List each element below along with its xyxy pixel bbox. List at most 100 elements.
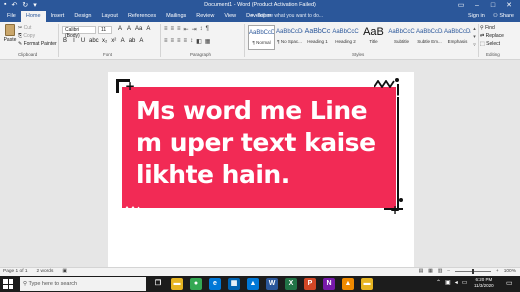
cut-button[interactable]: ✂ Cut	[18, 25, 57, 31]
close-icon[interactable]: ✕	[501, 0, 517, 11]
tab-layout[interactable]: Layout	[96, 11, 123, 22]
paragraph-tool-button[interactable]: ≡	[164, 26, 168, 33]
style-name: Subtle Em...	[417, 39, 442, 44]
font-tool-button[interactable]: A	[117, 26, 123, 32]
style-1[interactable]: AaBbCcDc ¶ No Spac...	[276, 25, 303, 50]
tab-insert[interactable]: Insert	[46, 11, 70, 22]
font-format-button[interactable]: x²	[111, 38, 117, 44]
edge-icon[interactable]: e	[209, 278, 221, 290]
paragraph-tool-button[interactable]: ≡	[171, 26, 175, 33]
font-tool-button[interactable]: Aa	[135, 26, 142, 32]
style-preview: AaBbCcDa	[444, 29, 471, 35]
font-format-button[interactable]: B	[62, 38, 68, 44]
tab-design[interactable]: Design	[69, 11, 96, 22]
font-tool-button[interactable]: A	[126, 26, 132, 32]
paragraph-align-button[interactable]: ≡	[171, 38, 175, 45]
tab-references[interactable]: References	[123, 11, 161, 22]
style-2[interactable]: AaBbCc Heading 1	[304, 25, 331, 50]
zoom-out-icon[interactable]: –	[447, 269, 450, 274]
windows-start-icon[interactable]	[3, 279, 13, 289]
paste-button[interactable]: Paste	[3, 24, 17, 43]
font-size-box[interactable]: 11	[98, 26, 112, 34]
paragraph-align-button[interactable]: ◧	[196, 38, 202, 45]
task-view-icon[interactable]: ❐	[152, 278, 164, 290]
zoom-in-icon[interactable]: +	[496, 269, 499, 274]
minimize-icon[interactable]: –	[469, 0, 485, 11]
paragraph-align-button[interactable]: ≡	[184, 38, 188, 45]
volume-icon[interactable]: ◂	[455, 279, 458, 286]
zoom-slider-thumb[interactable]	[471, 269, 474, 274]
taskbar-search[interactable]: ⚲ Type here to search	[20, 277, 146, 291]
folder-icon[interactable]: ▬	[171, 278, 183, 290]
paragraph-tool-button[interactable]: ¶	[206, 26, 209, 33]
replace-button[interactable]: ⇄ Replace	[480, 33, 504, 39]
paragraph-tool-button[interactable]: ↕	[200, 26, 203, 33]
word-icon[interactable]: W	[266, 278, 278, 290]
style-name: Emphasis	[447, 39, 468, 44]
font-format-button[interactable]: U	[80, 38, 86, 44]
font-format-button[interactable]: A	[120, 38, 126, 44]
font-format-button[interactable]: I	[71, 38, 77, 44]
font-name-box[interactable]: Calibri (Body)	[62, 26, 96, 39]
ribbon-home: Paste ✂ Cut ⎘ Copy ✎ Format Painter Clip…	[0, 22, 520, 60]
styles-scroll[interactable]: ▴ ▾ ▿	[472, 25, 477, 50]
style-preview: AaBbCcDa	[416, 29, 443, 35]
notification-icon[interactable]: ▭	[462, 279, 468, 286]
paragraph-align-button[interactable]: ≡	[164, 38, 168, 45]
style-3[interactable]: AaBbCcC Heading 2	[332, 25, 359, 50]
read-mode-icon[interactable]: ▤	[419, 269, 424, 274]
store-icon[interactable]: ▦	[228, 278, 240, 290]
excel-icon[interactable]: X	[285, 278, 297, 290]
paragraph-align-button[interactable]: ↕	[190, 38, 193, 45]
font-format-button[interactable]: abc	[89, 38, 99, 44]
font-row-1: A A Aa A	[117, 26, 151, 32]
chevron-up-icon[interactable]: ⌃	[436, 279, 441, 286]
maximize-icon[interactable]: □	[485, 0, 501, 11]
paragraph-align-button[interactable]: ▦	[205, 38, 211, 45]
font-format-button[interactable]: ab	[129, 38, 136, 44]
copy-button[interactable]: ⎘ Copy	[18, 33, 57, 39]
tab-file[interactable]: File	[2, 11, 21, 22]
powerpoint-icon[interactable]: P	[304, 278, 316, 290]
style-6[interactable]: AaBbCcDa Subtle Em...	[416, 25, 443, 50]
page-count[interactable]: Page 1 of 1	[3, 269, 28, 274]
print-layout-icon[interactable]: ▦	[428, 269, 433, 274]
style-0[interactable]: AaBbCcDc ¶ Normal	[248, 25, 275, 50]
photos-icon[interactable]: ▲	[247, 278, 259, 290]
paragraph-tool-button[interactable]: ≡	[177, 26, 181, 33]
find-button[interactable]: ⚲ Find	[480, 25, 504, 31]
select-button[interactable]: ⬚ Select	[480, 41, 504, 47]
proofing-icon[interactable]: ▣	[62, 269, 67, 274]
font-format-button[interactable]: x₂	[102, 38, 108, 44]
style-name: Heading 1	[307, 39, 328, 44]
paragraph-tool-button[interactable]: ⇥	[192, 26, 197, 33]
tab-mailings[interactable]: Mailings	[161, 11, 191, 22]
ribbon-display-icon[interactable]: ▭	[453, 0, 469, 11]
tab-review[interactable]: Review	[191, 11, 219, 22]
word-count[interactable]: 2 words	[37, 269, 54, 274]
zoom-level[interactable]: 100%	[504, 269, 516, 274]
style-5[interactable]: AaBbCcC Subtitle	[388, 25, 415, 50]
vlc-icon[interactable]: ▲	[342, 278, 354, 290]
paragraph-align-button[interactable]: ≡	[177, 38, 181, 45]
style-7[interactable]: AaBbCcDa Emphasis	[444, 25, 471, 50]
folder2-icon[interactable]: ▬	[361, 278, 373, 290]
chrome-icon[interactable]: ●	[190, 278, 202, 290]
tab-view[interactable]: View	[219, 11, 241, 22]
share-button[interactable]: ⚇ Share	[493, 11, 514, 22]
web-layout-icon[interactable]: ▥	[438, 269, 443, 274]
network-icon[interactable]: ▣	[445, 279, 451, 286]
style-4[interactable]: AaB Title	[360, 25, 387, 50]
paragraph-tool-button[interactable]: ⇤	[184, 26, 189, 33]
sign-in-link[interactable]: Sign in	[468, 11, 485, 22]
font-format-button[interactable]: A	[138, 38, 144, 44]
tell-me-box[interactable]: ✦ Tell me what you want to do...	[250, 11, 323, 22]
find-label: Find	[485, 25, 495, 31]
action-center-icon[interactable]: ▭	[506, 279, 513, 287]
onenote-icon[interactable]: N	[323, 278, 335, 290]
tab-home[interactable]: Home	[20, 11, 46, 22]
format-painter-button[interactable]: ✎ Format Painter	[18, 41, 57, 47]
font-tool-button[interactable]: A	[145, 26, 151, 32]
taskbar-clock[interactable]: 6:20 PM 11/3/2020	[474, 277, 494, 289]
zoom-slider[interactable]	[454, 269, 491, 274]
